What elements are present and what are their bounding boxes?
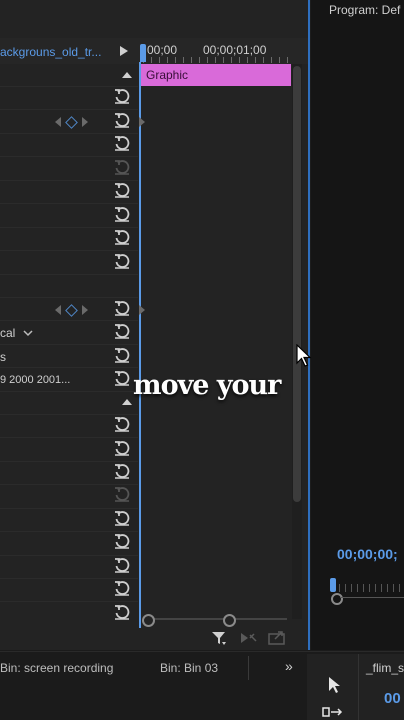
row-divider: [0, 274, 138, 275]
track-select-tool-icon[interactable]: [322, 706, 344, 720]
timeline-timecode[interactable]: 00: [384, 690, 401, 707]
selection-tool-icon[interactable]: [327, 676, 343, 694]
add-keyframe-icon[interactable]: [65, 303, 78, 317]
filter-icon[interactable]: [211, 630, 227, 646]
row-divider: [0, 414, 138, 415]
reset-parameter-icon[interactable]: [114, 580, 130, 596]
more-tabs-button[interactable]: »: [285, 658, 293, 674]
dropdown-value: cal: [0, 326, 16, 340]
row-divider: [0, 320, 138, 321]
clip-name-link[interactable]: ackgrouns_old_tr...: [0, 45, 101, 59]
row-divider: [0, 227, 138, 228]
keyframe-navigator: [55, 115, 88, 129]
mouse-cursor-icon: [296, 344, 312, 367]
text-style-dropdown[interactable]: cal: [0, 326, 33, 340]
row-divider: [0, 133, 138, 134]
tab-bin-03[interactable]: Bin: Bin 03: [160, 661, 218, 675]
reset-parameter-icon[interactable]: [114, 253, 130, 269]
row-text-value: s: [0, 350, 6, 364]
horizontal-zoom-scrollbar[interactable]: [143, 613, 291, 625]
reset-parameter-icon[interactable]: [114, 323, 130, 339]
row-divider: [0, 555, 138, 556]
prev-keyframe-icon[interactable]: [55, 117, 61, 127]
timecode-start: 00;00: [147, 43, 178, 57]
font-list-value[interactable]: 9 2000 2001...: [0, 374, 70, 386]
play-clip-button[interactable]: [120, 46, 128, 56]
graphic-clip-label: Graphic: [146, 68, 189, 82]
reset-parameter-icon[interactable]: [114, 416, 130, 432]
time-ruler[interactable]: [143, 57, 293, 63]
video-caption: move your: [133, 370, 281, 401]
reset-parameter-icon[interactable]: [114, 510, 130, 526]
reset-parameter-icon: [114, 486, 130, 502]
row-divider: [0, 344, 138, 345]
row-divider: [0, 578, 138, 579]
reset-parameter-icon[interactable]: [114, 88, 130, 104]
bin-divider: [0, 651, 404, 652]
program-zoom-bar: [340, 597, 404, 598]
reset-parameter-icon[interactable]: [114, 182, 130, 198]
row-divider: [0, 297, 138, 298]
keyframe-marker-icon: [139, 117, 145, 127]
program-zoom-handle[interactable]: [331, 593, 343, 605]
row-divider: [0, 109, 138, 110]
reset-parameter-icon[interactable]: [114, 533, 130, 549]
reset-parameter-icon[interactable]: [114, 229, 130, 245]
reset-parameter-icon[interactable]: [114, 604, 130, 620]
row-divider: [0, 86, 138, 87]
chevron-down-icon: [23, 330, 33, 337]
row-divider: [0, 484, 138, 485]
program-timecode[interactable]: 00;00;00;: [337, 546, 398, 562]
keyframe-navigator: [55, 303, 88, 317]
row-divider: [0, 203, 138, 204]
reset-parameter-icon[interactable]: [114, 440, 130, 456]
reset-parameter-icon[interactable]: [114, 557, 130, 573]
program-playhead[interactable]: [330, 578, 336, 592]
collapse-up-icon[interactable]: [122, 399, 132, 405]
row-divider: [0, 508, 138, 509]
add-keyframe-icon[interactable]: [65, 115, 78, 129]
collapse-up-icon[interactable]: [122, 72, 132, 78]
panel-divider: [358, 654, 359, 720]
timecode-end: 00;00;01;00: [203, 43, 267, 57]
reset-parameter-icon[interactable]: [114, 135, 130, 151]
reset-parameter-icon[interactable]: [114, 206, 130, 222]
zoom-handle-left[interactable]: [142, 614, 155, 627]
row-divider: [0, 437, 138, 438]
program-monitor-title[interactable]: Program: Def: [329, 3, 400, 17]
row-divider: [0, 250, 138, 251]
reset-parameter-icon[interactable]: [114, 347, 130, 363]
row-divider: [0, 156, 138, 157]
reset-parameter-icon[interactable]: [114, 370, 130, 386]
panel-focus-border: [308, 0, 310, 650]
effect-controls-panel: [0, 0, 310, 650]
reset-parameter-icon[interactable]: [114, 463, 130, 479]
next-keyframe-icon[interactable]: [82, 305, 88, 315]
row-divider: [0, 531, 138, 532]
playhead-handle[interactable]: [140, 44, 146, 62]
tab-bin-screen-recording[interactable]: Bin: screen recording: [0, 661, 113, 675]
row-divider: [0, 180, 138, 181]
playhead-line: [139, 62, 141, 628]
export-icon[interactable]: [268, 629, 286, 645]
tab-timeline-flim[interactable]: _flim_s: [366, 661, 404, 675]
next-keyframe-icon[interactable]: [82, 117, 88, 127]
zoom-handle-right[interactable]: [223, 614, 236, 627]
program-time-ruler[interactable]: [333, 584, 404, 592]
row-divider: [0, 391, 138, 392]
reset-parameter-icon[interactable]: [114, 300, 130, 316]
row-divider: [0, 461, 138, 462]
prev-keyframe-icon[interactable]: [55, 305, 61, 315]
reset-parameter-icon[interactable]: [114, 112, 130, 128]
reset-parameter-icon: [114, 159, 130, 175]
tab-separator: [248, 656, 249, 680]
row-divider: [0, 367, 138, 368]
vertical-scroll-thumb[interactable]: [293, 66, 301, 502]
row-divider: [0, 601, 138, 602]
play-only-audio-icon[interactable]: [240, 630, 258, 646]
keyframe-marker-icon: [139, 305, 145, 315]
